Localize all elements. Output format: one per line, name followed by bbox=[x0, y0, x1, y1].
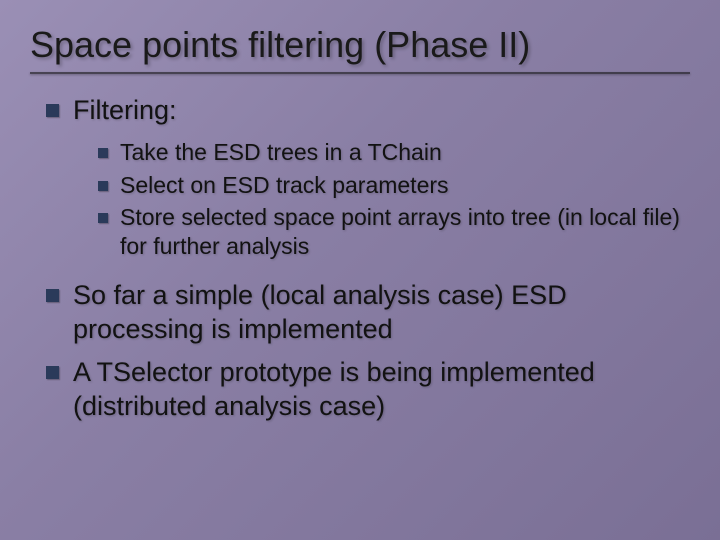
list-item-text: Take the ESD trees in a TChain bbox=[120, 138, 442, 167]
slide-title: Space points filtering (Phase II) bbox=[30, 24, 690, 66]
square-bullet-icon bbox=[46, 289, 59, 302]
title-underline bbox=[30, 72, 690, 74]
list-item-text: So far a simple (local analysis case) ES… bbox=[73, 279, 690, 347]
list-item: Select on ESD track parameters bbox=[98, 171, 690, 200]
square-bullet-icon bbox=[46, 104, 59, 117]
list-item-text: Filtering: bbox=[73, 94, 177, 128]
square-bullet-icon bbox=[98, 213, 108, 223]
list-item: Filtering: bbox=[46, 94, 690, 128]
spacer bbox=[30, 265, 690, 279]
list-item: Store selected space point arrays into t… bbox=[98, 203, 690, 261]
slide: Space points filtering (Phase II) Filter… bbox=[0, 0, 720, 540]
square-bullet-icon bbox=[46, 366, 59, 379]
list-item-text: A TSelector prototype is being implement… bbox=[73, 356, 690, 424]
list-item: A TSelector prototype is being implement… bbox=[46, 356, 690, 424]
square-bullet-icon bbox=[98, 181, 108, 191]
list-item-text: Store selected space point arrays into t… bbox=[120, 203, 690, 261]
list-item: Take the ESD trees in a TChain bbox=[98, 138, 690, 167]
list-item-text: Select on ESD track parameters bbox=[120, 171, 449, 200]
list-item: So far a simple (local analysis case) ES… bbox=[46, 279, 690, 347]
square-bullet-icon bbox=[98, 148, 108, 158]
